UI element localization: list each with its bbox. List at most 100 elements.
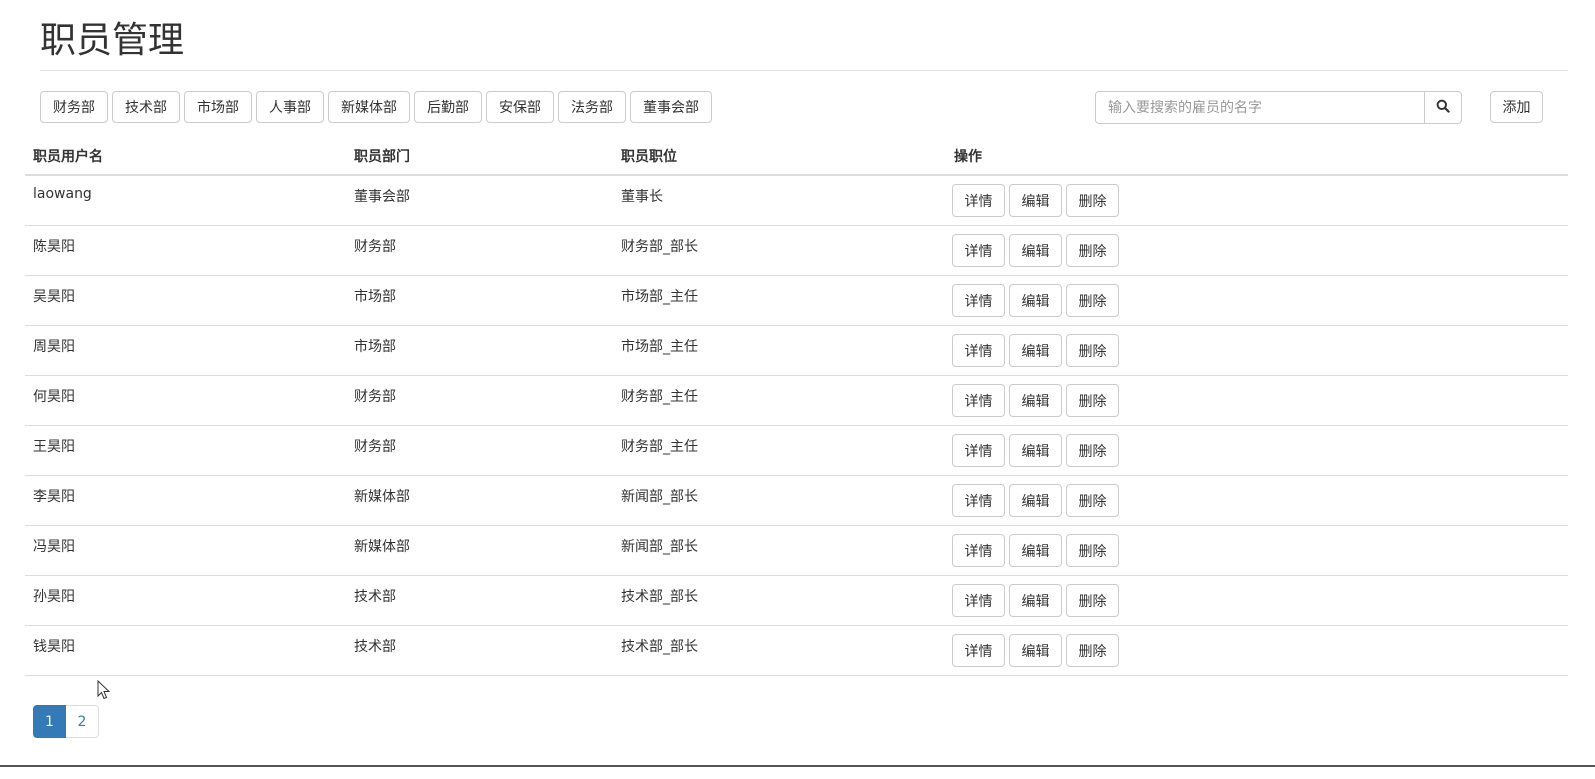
- delete-button[interactable]: 删除: [1066, 184, 1119, 217]
- edit-button[interactable]: 编辑: [1009, 384, 1062, 417]
- row-actions: 详情 编辑 删除: [952, 334, 1560, 367]
- delete-button[interactable]: 删除: [1066, 634, 1119, 667]
- header-username: 职员用户名: [25, 138, 346, 176]
- cell-position: 市场部_主任: [613, 325, 946, 376]
- pagination: 12: [33, 705, 99, 738]
- cell-position: 市场部_主任: [613, 275, 946, 326]
- department-text: 市场部: [354, 289, 396, 305]
- search-button[interactable]: [1424, 91, 1462, 124]
- page-link-2[interactable]: 2: [66, 705, 99, 738]
- department-filter-button[interactable]: 人事部: [256, 91, 324, 123]
- username-text: 钱昊阳: [33, 639, 75, 655]
- delete-button[interactable]: 删除: [1066, 484, 1119, 517]
- page-link-1[interactable]: 1: [33, 705, 66, 738]
- delete-button[interactable]: 删除: [1066, 534, 1119, 567]
- table-row: 冯昊阳 新媒体部 新闻部_部长 详情 编辑 删除: [25, 525, 1568, 576]
- cell-position: 财务部_部长: [613, 225, 946, 276]
- delete-button[interactable]: 删除: [1066, 284, 1119, 317]
- detail-button[interactable]: 详情: [952, 584, 1005, 617]
- department-text: 技术部: [354, 589, 396, 605]
- edit-button[interactable]: 编辑: [1009, 334, 1062, 367]
- add-employee-button[interactable]: 添加: [1490, 91, 1543, 123]
- cell-username: 冯昊阳: [25, 525, 346, 576]
- position-text: 市场部_主任: [621, 339, 698, 355]
- edit-button[interactable]: 编辑: [1009, 484, 1062, 517]
- cell-username: 陈昊阳: [25, 225, 346, 276]
- department-filter-button[interactable]: 技术部: [112, 91, 180, 123]
- cell-department: 技术部: [346, 625, 613, 676]
- row-actions: 详情 编辑 删除: [952, 434, 1560, 467]
- edit-button[interactable]: 编辑: [1009, 284, 1062, 317]
- table-row: 李昊阳 新媒体部 新闻部_部长 详情 编辑 删除: [25, 475, 1568, 526]
- department-text: 财务部: [354, 389, 396, 405]
- edit-button[interactable]: 编辑: [1009, 234, 1062, 267]
- cell-department: 财务部: [346, 225, 613, 276]
- cell-actions: 详情 编辑 删除: [946, 225, 1568, 276]
- bottom-divider: [0, 765, 1595, 767]
- department-text: 财务部: [354, 239, 396, 255]
- department-filter-button[interactable]: 新媒体部: [328, 91, 410, 123]
- cell-username: laowang: [25, 175, 346, 226]
- department-filter-button[interactable]: 法务部: [558, 91, 626, 123]
- cell-actions: 详情 编辑 删除: [946, 325, 1568, 376]
- department-text: 技术部: [354, 639, 396, 655]
- row-actions: 详情 编辑 删除: [952, 284, 1560, 317]
- username-text: 李昊阳: [33, 489, 75, 505]
- cell-actions: 详情 编辑 删除: [946, 475, 1568, 526]
- detail-button[interactable]: 详情: [952, 234, 1005, 267]
- row-actions: 详情 编辑 删除: [952, 184, 1560, 217]
- table-row: 陈昊阳 财务部 财务部_部长 详情 编辑 删除: [25, 225, 1568, 276]
- cell-username: 吴昊阳: [25, 275, 346, 326]
- cell-username: 周昊阳: [25, 325, 346, 376]
- detail-button[interactable]: 详情: [952, 384, 1005, 417]
- detail-button[interactable]: 详情: [952, 634, 1005, 667]
- department-text: 新媒体部: [354, 489, 410, 505]
- department-filter-button[interactable]: 董事会部: [630, 91, 712, 123]
- table-header-row: 职员用户名 职员部门 职员职位 操作: [25, 138, 1568, 176]
- table-row: 王昊阳 财务部 财务部_主任 详情 编辑 删除: [25, 425, 1568, 476]
- row-actions: 详情 编辑 删除: [952, 534, 1560, 567]
- department-filter-button[interactable]: 安保部: [486, 91, 554, 123]
- edit-button[interactable]: 编辑: [1009, 434, 1062, 467]
- detail-button[interactable]: 详情: [952, 184, 1005, 217]
- detail-button[interactable]: 详情: [952, 534, 1005, 567]
- detail-button[interactable]: 详情: [952, 284, 1005, 317]
- detail-button[interactable]: 详情: [952, 434, 1005, 467]
- username-text: 周昊阳: [33, 339, 75, 355]
- row-actions: 详情 编辑 删除: [952, 584, 1560, 617]
- department-filter-bar: 财务部 技术部 市场部 人事部 新媒体部 后勤部 安保部 法务部 董事会部: [40, 91, 712, 123]
- row-actions: 详情 编辑 删除: [952, 384, 1560, 417]
- department-filter-button[interactable]: 财务部: [40, 91, 108, 123]
- edit-button[interactable]: 编辑: [1009, 584, 1062, 617]
- department-text: 新媒体部: [354, 539, 410, 555]
- cell-actions: 详情 编辑 删除: [946, 525, 1568, 576]
- position-text: 新闻部_部长: [621, 489, 698, 505]
- cell-position: 技术部_部长: [613, 575, 946, 626]
- delete-button[interactable]: 删除: [1066, 334, 1119, 367]
- row-actions: 详情 编辑 删除: [952, 484, 1560, 517]
- cell-position: 财务部_主任: [613, 425, 946, 476]
- cell-department: 技术部: [346, 575, 613, 626]
- edit-button[interactable]: 编辑: [1009, 534, 1062, 567]
- username-text: 陈昊阳: [33, 239, 75, 255]
- cell-position: 新闻部_部长: [613, 475, 946, 526]
- cell-username: 王昊阳: [25, 425, 346, 476]
- table-row: laowang 董事会部 董事长 详情 编辑 删除: [25, 175, 1568, 226]
- department-filter-button[interactable]: 市场部: [184, 91, 252, 123]
- table-row: 钱昊阳 技术部 技术部_部长 详情 编辑 删除: [25, 625, 1568, 676]
- edit-button[interactable]: 编辑: [1009, 184, 1062, 217]
- position-text: 财务部_主任: [621, 439, 698, 455]
- username-text: 冯昊阳: [33, 539, 75, 555]
- edit-button[interactable]: 编辑: [1009, 634, 1062, 667]
- search-input[interactable]: [1095, 91, 1424, 124]
- delete-button[interactable]: 删除: [1066, 384, 1119, 417]
- delete-button[interactable]: 删除: [1066, 434, 1119, 467]
- detail-button[interactable]: 详情: [952, 334, 1005, 367]
- detail-button[interactable]: 详情: [952, 484, 1005, 517]
- page-title: 职员管理: [40, 20, 185, 61]
- delete-button[interactable]: 删除: [1066, 584, 1119, 617]
- header-actions: 操作: [946, 138, 1568, 176]
- delete-button[interactable]: 删除: [1066, 234, 1119, 267]
- department-filter-button[interactable]: 后勤部: [414, 91, 482, 123]
- cell-department: 董事会部: [346, 175, 613, 226]
